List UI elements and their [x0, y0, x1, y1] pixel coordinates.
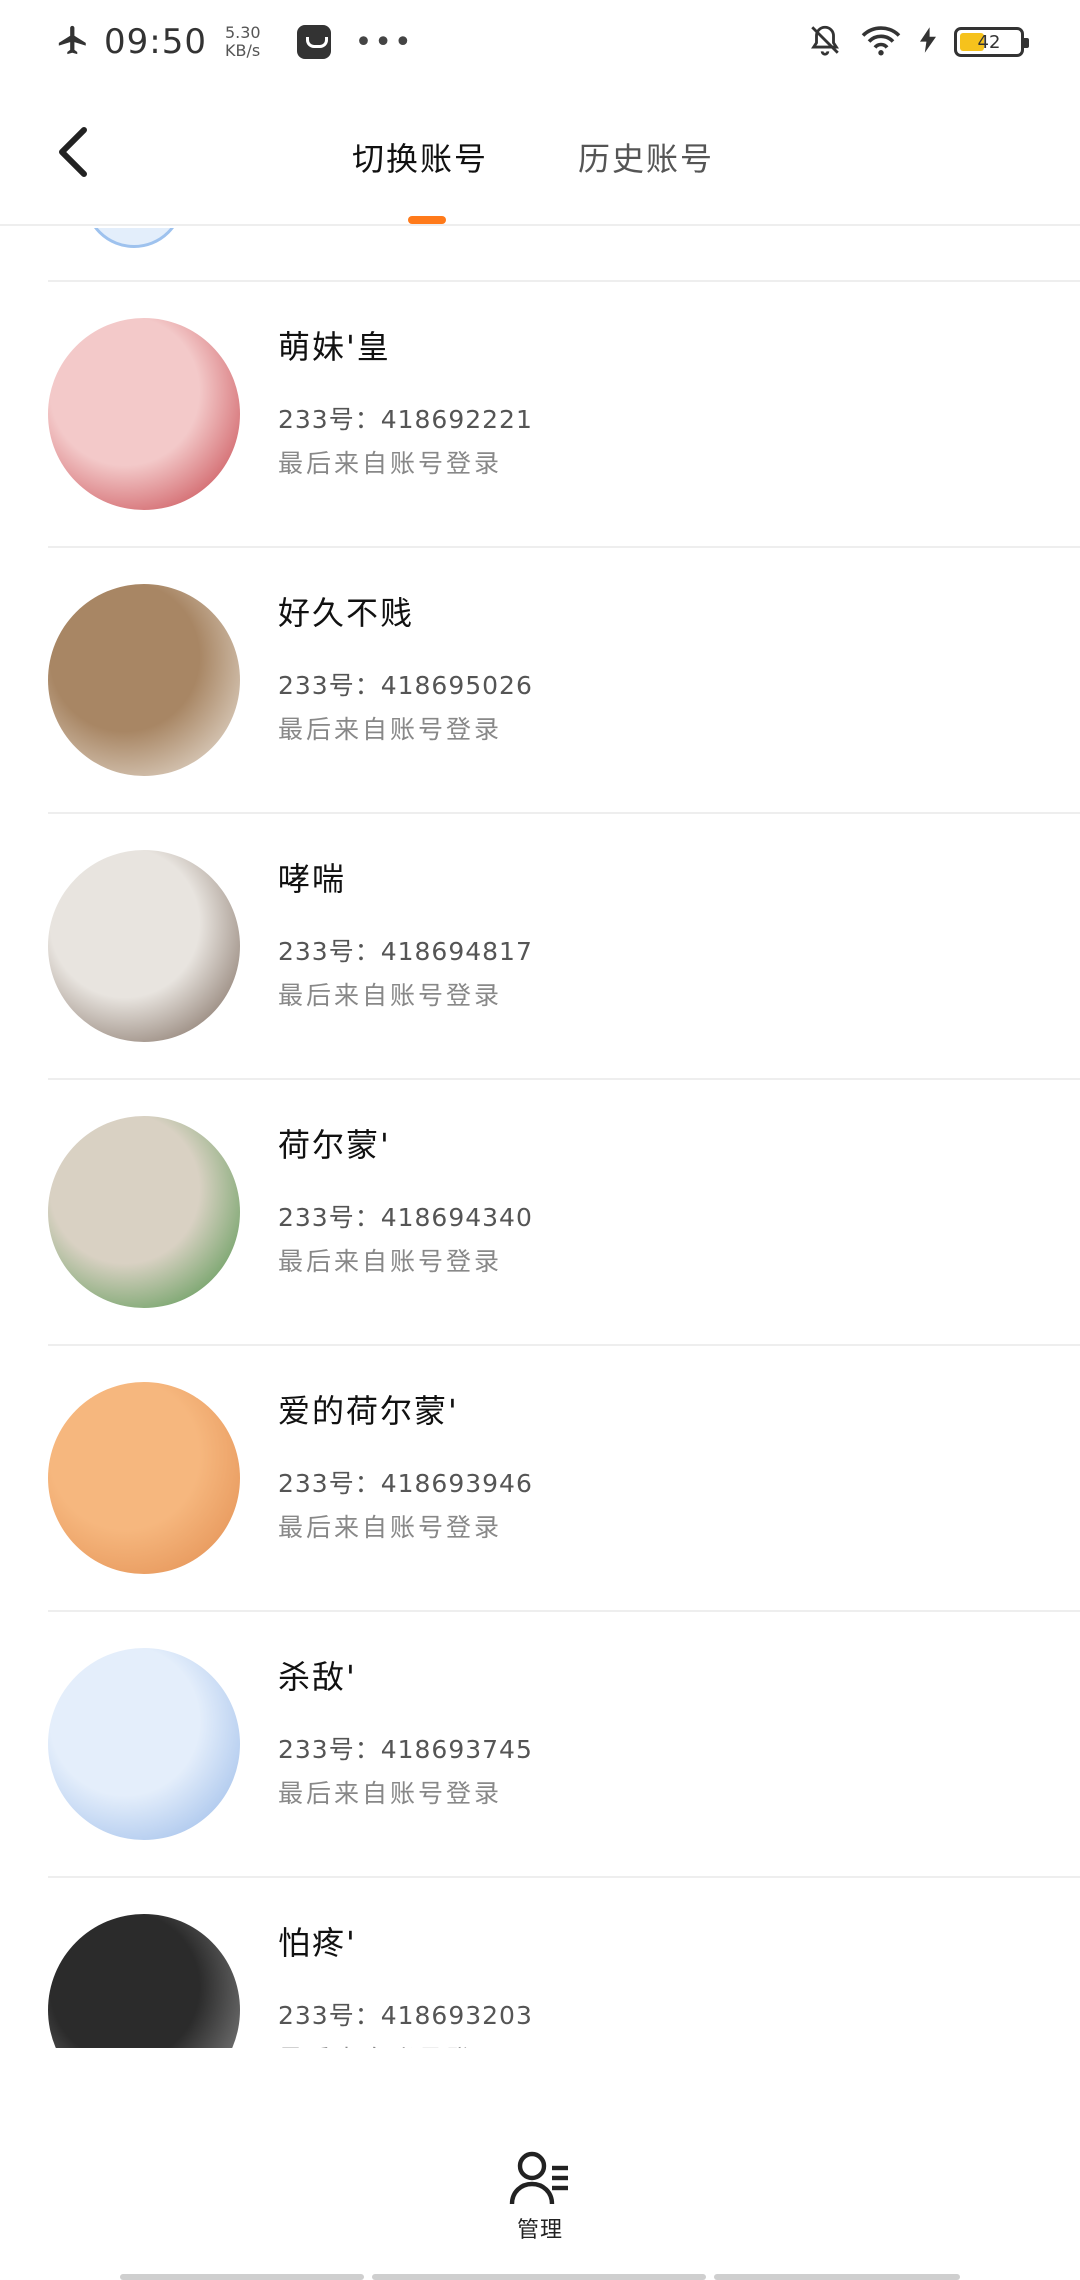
account-id-value: 418693203	[380, 2001, 533, 2030]
account-list-item[interactable]: 哮喘 233号：418694817 最后来自账号登录	[48, 814, 1080, 1080]
account-name: 杀敌'	[278, 1658, 357, 1696]
status-right: 42	[808, 23, 1029, 61]
last-login-source: 最后来自账号登录	[278, 981, 503, 1010]
account-id-prefix: 233号：	[278, 937, 381, 966]
last-login-source: 最后来自账号登录	[278, 1779, 503, 1808]
account-list[interactable]: 萌妹'皇 233号：418692221 最后来自账号登录 好久不贱 233号：41869…	[0, 228, 1080, 2048]
header: 切换账号 历史账号	[0, 84, 1080, 226]
last-login-source: 最后来自账号登录	[278, 715, 503, 744]
mute-bell-icon	[808, 23, 842, 61]
account-rows: 萌妹'皇 233号：418692221 最后来自账号登录 好久不贱 233号：41869…	[0, 282, 1080, 2048]
tab-history-account[interactable]: 历史账号	[578, 134, 714, 180]
status-time: 09:50	[104, 22, 207, 62]
account-id-prefix: 233号：	[278, 1203, 381, 1232]
back-button[interactable]	[44, 122, 104, 182]
user-manage-icon	[509, 2151, 568, 2205]
account-id-value: 418692221	[380, 405, 533, 434]
account-id-value: 418693745	[380, 1735, 533, 1764]
battery-level: 42	[977, 31, 1001, 53]
account-id-prefix: 233号：	[278, 405, 381, 434]
account-list-item[interactable]: 杀敌' 233号：418693745 最后来自账号登录	[48, 1612, 1080, 1878]
account-id-value: 418694340	[380, 1203, 533, 1232]
account-name: 萌妹'皇	[278, 328, 391, 366]
account-id-line: 233号：418693203	[278, 1996, 533, 2032]
charging-bolt-icon	[920, 27, 936, 57]
tab-switch-account[interactable]: 切换账号	[352, 134, 488, 180]
avatar	[84, 228, 184, 248]
account-name: 荷尔蒙'	[278, 1126, 391, 1164]
network-speed: 5.30 KB/s	[225, 24, 261, 60]
account-name: 哮喘	[278, 860, 347, 898]
nav-indicator-segment	[120, 2274, 364, 2280]
account-id-prefix: 233号：	[278, 1469, 381, 1498]
account-id-prefix: 233号：	[278, 2001, 381, 2030]
avatar	[48, 850, 240, 1042]
nav-indicator-segment	[714, 2274, 960, 2280]
nav-indicator-segment	[372, 2274, 706, 2280]
account-id-line: 233号：418693745	[278, 1730, 533, 1766]
account-id-line: 233号：418694340	[278, 1198, 533, 1234]
account-list-item[interactable]: 怕疼' 233号：418693203 最后来自账号登录	[48, 1878, 1080, 2048]
account-list-item[interactable]: 荷尔蒙' 233号：418694340 最后来自账号登录	[48, 1080, 1080, 1346]
account-id-value: 418695026	[380, 671, 533, 700]
system-nav-bar	[0, 2272, 1080, 2280]
avatar	[48, 1914, 240, 2048]
avatar	[48, 1116, 240, 1308]
account-name: 好久不贱	[278, 594, 415, 632]
network-speed-value: 5.30	[224, 23, 261, 42]
account-id-prefix: 233号：	[278, 1735, 381, 1764]
manage-button[interactable]: 管理	[500, 2150, 580, 2250]
shopping-bag-icon	[296, 25, 331, 59]
account-list-item[interactable]: 爱的荷尔蒙' 233号：418693946 最后来自账号登录	[48, 1346, 1080, 1612]
account-list-item[interactable]: 好久不贱 233号：418695026 最后来自账号登录	[48, 548, 1080, 814]
account-name: 怕疼'	[278, 1924, 357, 1962]
status-bar: 09:50 5.30 KB/s ••• 42	[0, 0, 1080, 84]
last-login-source: 最后来自账号登录	[278, 2040, 502, 2048]
account-list-item[interactable]: 萌妹'皇 233号：418692221 最后来自账号登录	[48, 282, 1080, 548]
network-speed-unit: KB/s	[224, 41, 261, 60]
avatar	[48, 318, 240, 510]
manage-label: 管理	[516, 2218, 563, 2243]
more-notifications-icon: •••	[354, 24, 414, 60]
last-login-source: 最后来自账号登录	[278, 1247, 503, 1276]
account-id-line: 233号：418695026	[278, 666, 533, 702]
chevron-left-icon	[59, 127, 87, 177]
account-id-line: 233号：418693946	[278, 1464, 533, 1500]
account-id-line: 233号：418692221	[278, 400, 533, 436]
list-item-partial[interactable]	[48, 228, 1080, 282]
avatar	[48, 1382, 240, 1574]
account-name: 爱的荷尔蒙'	[278, 1392, 459, 1430]
avatar	[48, 1648, 240, 1840]
account-id-line: 233号：418694817	[278, 932, 533, 968]
active-tab-indicator	[408, 216, 446, 224]
bottom-bar: 管理	[0, 2140, 1080, 2280]
battery-indicator: 42	[954, 27, 1029, 57]
account-id-value: 418693946	[380, 1469, 533, 1498]
avatar	[48, 584, 240, 776]
last-login-source: 最后来自账号登录	[278, 1513, 503, 1542]
account-id-value: 418694817	[380, 937, 533, 966]
account-id-prefix: 233号：	[278, 671, 381, 700]
last-login-source: 最后来自账号登录	[278, 449, 503, 478]
status-left: 09:50 5.30 KB/s •••	[56, 22, 414, 62]
wifi-icon	[860, 23, 902, 61]
airplane-mode-icon	[56, 23, 90, 61]
